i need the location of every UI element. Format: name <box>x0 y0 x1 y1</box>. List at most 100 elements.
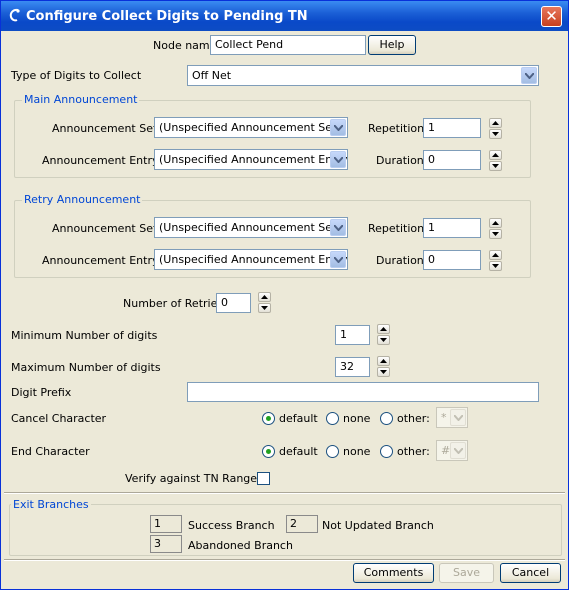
main-duration-label: Duration <box>376 154 424 167</box>
end-other-select[interactable]: # <box>436 440 468 461</box>
branch-label[interactable]: Not Updated Branch <box>322 519 434 532</box>
main-set-label: Announcement Set <box>52 122 158 135</box>
chevron-down-icon <box>450 442 466 459</box>
verify-checkbox[interactable] <box>257 472 270 485</box>
retry-announcement-entry-select[interactable]: (Unspecified Announcement Entry) <box>154 249 348 270</box>
cancel-default-radio[interactable] <box>262 412 275 425</box>
verify-label: Verify against TN Ranges? <box>125 472 269 485</box>
end-other-label: other: <box>397 445 430 458</box>
retry-set-label: Announcement Set <box>52 222 158 235</box>
chevron-down-icon[interactable] <box>330 119 346 136</box>
retry-duration-label: Duration <box>376 254 424 267</box>
cancel-default-label: default <box>279 412 318 425</box>
main-set-value: (Unspecified Announcement Set) <box>159 121 341 134</box>
end-default-radio[interactable] <box>262 445 275 458</box>
retry-entry-label: Announcement Entry <box>42 254 159 267</box>
cancel-other-value: * <box>441 411 447 424</box>
retries-label: Number of Retries <box>123 297 224 310</box>
node-name-input[interactable]: Collect Pend <box>210 35 366 55</box>
digits-type-label: Type of Digits to Collect <box>11 69 142 82</box>
help-button[interactable]: Help <box>368 35 416 55</box>
spin-up-icon[interactable] <box>489 218 502 228</box>
spin-down-icon[interactable] <box>377 335 390 345</box>
cancel-other-select[interactable]: * <box>436 407 468 428</box>
dialog-body: Node name Collect Pend Help Type of Digi… <box>4 31 565 587</box>
retry-repetition-spinner[interactable] <box>489 218 503 240</box>
retries-input[interactable]: 0 <box>216 293 251 313</box>
spin-down-icon[interactable] <box>489 261 502 271</box>
spin-down-icon[interactable] <box>489 129 502 139</box>
main-repetition-label: Repetition <box>368 122 425 135</box>
end-other-value: # <box>441 444 451 457</box>
main-announcement-entry-select[interactable]: (Unspecified Announcement Entry) <box>154 149 348 170</box>
comments-button[interactable]: Comments <box>353 563 434 583</box>
spin-down-icon[interactable] <box>258 303 271 313</box>
cancel-button[interactable]: Cancel <box>500 563 561 583</box>
spin-up-icon[interactable] <box>489 118 502 128</box>
close-icon[interactable]: ✕ <box>541 6 562 27</box>
spin-up-icon[interactable] <box>489 150 502 160</box>
retry-set-value: (Unspecified Announcement Set) <box>159 221 341 234</box>
retry-duration-spinner[interactable] <box>489 250 503 272</box>
max-digits-label: Maximum Number of digits <box>11 361 161 374</box>
retries-spinner[interactable] <box>258 292 272 314</box>
branch-label[interactable]: Success Branch <box>188 519 275 532</box>
main-entry-label: Announcement Entry <box>42 154 159 167</box>
retry-duration-input[interactable]: 0 <box>423 250 481 270</box>
chevron-down-icon[interactable] <box>330 151 346 168</box>
end-none-label: none <box>343 445 371 458</box>
cancel-none-label: none <box>343 412 371 425</box>
main-duration-input[interactable]: 0 <box>423 150 481 170</box>
exit-branches-title: Exit Branches <box>11 498 91 511</box>
branch-number: 2 <box>286 515 318 533</box>
main-announcement-title: Main Announcement <box>22 93 140 106</box>
retry-announcement-title: Retry Announcement <box>22 193 143 206</box>
window-title: Configure Collect Digits to Pending TN <box>26 9 308 24</box>
main-announcement-set-select[interactable]: (Unspecified Announcement Set) <box>154 117 348 138</box>
end-none-radio[interactable] <box>326 445 339 458</box>
retry-entry-value: (Unspecified Announcement Entry) <box>159 253 348 266</box>
retry-repetition-input[interactable]: 1 <box>423 218 481 238</box>
digits-type-value: Off Net <box>192 69 232 82</box>
cancel-none-radio[interactable] <box>326 412 339 425</box>
min-digits-input[interactable]: 1 <box>335 325 370 345</box>
chevron-down-icon[interactable] <box>330 219 346 236</box>
digits-type-select[interactable]: Off Net <box>187 65 539 86</box>
chevron-down-icon <box>450 409 466 426</box>
min-digits-label: Minimum Number of digits <box>11 329 158 342</box>
retry-announcement-set-select[interactable]: (Unspecified Announcement Set) <box>154 217 348 238</box>
title-bar[interactable]: Configure Collect Digits to Pending TN ✕ <box>1 1 568 31</box>
main-repetition-spinner[interactable] <box>489 118 503 140</box>
retry-repetition-label: Repetition <box>368 222 425 235</box>
spin-up-icon[interactable] <box>377 356 390 366</box>
spin-down-icon[interactable] <box>377 367 390 377</box>
max-digits-input[interactable]: 32 <box>335 357 370 377</box>
digit-prefix-input[interactable] <box>187 382 539 402</box>
max-digits-spinner[interactable] <box>377 356 391 378</box>
dialog-window: Configure Collect Digits to Pending TN ✕… <box>0 0 569 590</box>
app-icon <box>9 8 20 22</box>
branch-label[interactable]: Abandoned Branch <box>188 539 293 552</box>
spin-down-icon[interactable] <box>489 229 502 239</box>
digit-prefix-label: Digit Prefix <box>11 386 72 399</box>
cancel-other-radio[interactable] <box>380 412 393 425</box>
separator <box>4 559 565 561</box>
spin-up-icon[interactable] <box>489 250 502 260</box>
end-other-radio[interactable] <box>380 445 393 458</box>
chevron-down-icon[interactable] <box>330 251 346 268</box>
main-duration-spinner[interactable] <box>489 150 503 172</box>
separator <box>4 492 565 494</box>
node-name-label: Node name <box>153 39 217 52</box>
save-button[interactable]: Save <box>439 563 494 583</box>
branch-number: 3 <box>150 535 182 553</box>
spin-up-icon[interactable] <box>258 292 271 302</box>
chevron-down-icon[interactable] <box>521 67 537 84</box>
main-entry-value: (Unspecified Announcement Entry) <box>159 153 348 166</box>
main-repetition-input[interactable]: 1 <box>423 118 481 138</box>
min-digits-spinner[interactable] <box>377 324 391 346</box>
end-default-label: default <box>279 445 318 458</box>
spin-down-icon[interactable] <box>489 161 502 171</box>
branch-number: 1 <box>150 515 182 533</box>
spin-up-icon[interactable] <box>377 324 390 334</box>
cancel-char-label: Cancel Character <box>11 412 107 425</box>
